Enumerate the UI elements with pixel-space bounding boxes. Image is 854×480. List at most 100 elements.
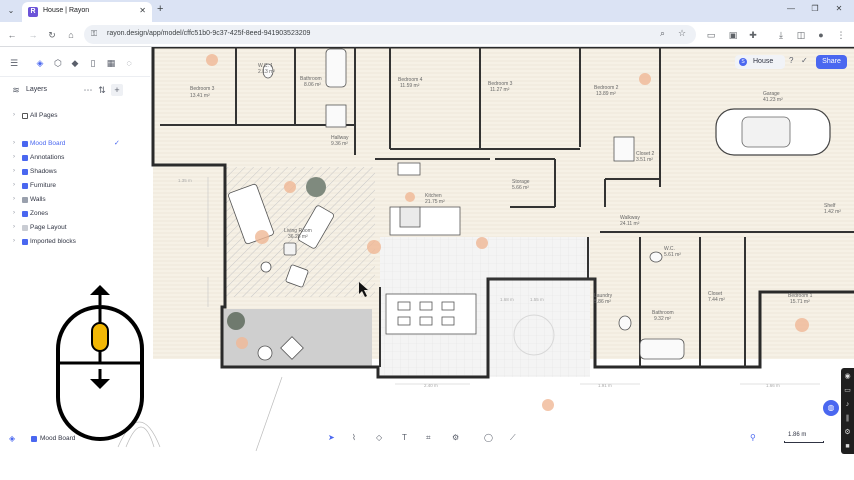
room-area: 11.27 m² <box>490 87 510 93</box>
status-check-icon[interactable]: ✓ <box>801 56 808 65</box>
layer-row-shadows[interactable]: › Shadows <box>0 166 130 179</box>
browser-tab-bar: ⌄ R House | Rayon ✕ + — ❐ ✕ <box>0 0 854 22</box>
extensions-puzzle-icon[interactable]: ✚ <box>746 28 760 42</box>
address-bar[interactable]: ⚿ rayon.design/app/model/cffc51b0-9c37-4… <box>84 25 696 44</box>
close-window-icon[interactable]: ✕ <box>832 4 846 13</box>
component-tool-icon[interactable]: ⚙ <box>452 433 459 442</box>
layers-title: Layers <box>26 86 48 93</box>
room-area: 13.41 m² <box>190 93 210 99</box>
text-tool-icon[interactable]: T <box>402 433 407 442</box>
more-options-icon[interactable]: ⋯ <box>82 84 94 96</box>
cube-icon[interactable]: ⬡ <box>52 57 64 69</box>
profile-icon[interactable]: ● <box>814 28 828 42</box>
menu-icon[interactable]: ☰ <box>8 57 20 69</box>
pause-icon[interactable]: ∥ <box>843 414 852 423</box>
tab-search-dropdown-icon[interactable]: ⌄ <box>4 4 18 18</box>
side-panel-icon[interactable]: ◫ <box>794 28 808 42</box>
materials-icon[interactable]: ◆ <box>69 57 81 69</box>
screen: ⌄ R House | Rayon ✕ + — ❐ ✕ ← → ↻ ⌂ ⚿ ra… <box>0 0 854 480</box>
url-text[interactable]: rayon.design/app/model/cffc51b0-9c37-425… <box>107 30 310 37</box>
back-icon[interactable]: ← <box>5 28 19 42</box>
room-area: 5.61 m² <box>664 252 681 258</box>
scroll-mouse-overlay <box>56 285 144 441</box>
settings-icon[interactable]: ⚙ <box>843 428 852 437</box>
share-button[interactable]: Share <box>816 55 847 69</box>
camera-icon[interactable]: ◉ <box>843 372 852 381</box>
drawing-toolbar: ➤ ⌇ ◇ T ⌗ ⚙ ◯ ⟋ <box>318 430 538 448</box>
chevron-right-icon[interactable]: › <box>13 224 15 230</box>
chevron-right-icon[interactable]: › <box>13 154 15 160</box>
layer-row-all-pages[interactable]: › All Pages <box>0 110 130 123</box>
help-icon[interactable]: ? <box>789 56 793 65</box>
extension-badge-icon[interactable]: ▣ <box>726 28 740 42</box>
browser-tab[interactable]: R House | Rayon ✕ <box>22 2 152 22</box>
layer-row-walls[interactable]: › Walls <box>0 194 130 207</box>
add-layer-icon[interactable]: + <box>111 84 123 96</box>
active-layer-selector[interactable]: ◈ Mood Board <box>0 430 130 448</box>
layer-row-mood-board[interactable]: › Mood Board ✓ <box>0 138 130 151</box>
measure-tool-icon[interactable]: ⟋ <box>510 433 516 443</box>
layers-icon[interactable]: ◈ <box>34 57 46 69</box>
layer-color-swatch <box>22 225 28 231</box>
reload-icon[interactable]: ↻ <box>45 28 59 42</box>
snap-icon[interactable]: ⚲ <box>750 433 756 442</box>
fill-tool-icon[interactable]: ◇ <box>376 433 382 442</box>
browser-menu-icon[interactable]: ⋮ <box>834 28 848 42</box>
download-icon[interactable]: ⤓ <box>774 28 788 42</box>
layer-color-swatch <box>22 169 28 175</box>
chevron-right-icon[interactable]: › <box>13 140 15 146</box>
layer-label: Furniture <box>30 182 57 189</box>
room-area: 1.42 m² <box>824 209 841 215</box>
site-info-icon[interactable]: ⚿ <box>91 29 101 39</box>
chevron-right-icon[interactable]: › <box>13 196 15 202</box>
new-tab-plus-icon[interactable]: + <box>157 3 163 15</box>
dim-label: 1.55 m <box>530 297 544 302</box>
project-switcher[interactable]: S House <box>735 55 785 69</box>
search-icon[interactable]: ⌕ <box>660 28 665 39</box>
layer-label: Page Layout <box>30 224 67 231</box>
page-icon <box>22 113 28 119</box>
scale-bar <box>784 441 824 443</box>
scale-label: 1.86 m <box>788 432 807 438</box>
chevron-right-icon[interactable]: › <box>13 112 15 118</box>
comment-tool-icon[interactable]: ◯ <box>484 433 493 442</box>
chevron-right-icon[interactable]: › <box>13 238 15 244</box>
tab-close-icon[interactable]: ✕ <box>139 6 146 15</box>
layer-label: Annotations <box>30 154 65 161</box>
frame-tool-icon[interactable]: ⌗ <box>426 433 431 443</box>
screen-icon[interactable]: ▭ <box>843 386 852 395</box>
chat-bubble-icon[interactable]: ◍ <box>823 400 839 416</box>
comments-icon[interactable]: ◌ <box>123 57 135 69</box>
layer-color-swatch <box>22 141 28 147</box>
minimize-icon[interactable]: — <box>784 4 798 13</box>
stop-icon[interactable]: ■ <box>843 442 852 451</box>
cast-icon[interactable]: ▭ <box>704 28 718 42</box>
layers-header: ≋ Layers ⋯ ⇅ + <box>0 82 130 98</box>
table-icon[interactable]: ▦ <box>105 57 117 69</box>
layer-row-imported-blocks[interactable]: › Imported blocks <box>0 236 130 249</box>
pen-tool-icon[interactable]: ⌇ <box>352 433 356 442</box>
home-icon[interactable]: ⌂ <box>64 28 78 42</box>
layer-row-zones[interactable]: › Zones <box>0 208 130 221</box>
bookmark-star-icon[interactable]: ☆ <box>678 28 686 39</box>
select-tool-icon[interactable]: ➤ <box>328 433 335 442</box>
forward-icon[interactable]: → <box>26 28 40 42</box>
layer-row-page-layout[interactable]: › Page Layout <box>0 222 130 235</box>
dim-label: 1.91 m <box>598 383 612 388</box>
dim-label: 1.68 m <box>500 297 514 302</box>
chevron-right-icon[interactable]: › <box>13 182 15 188</box>
layer-row-furniture[interactable]: › Furniture <box>0 180 130 193</box>
restore-window-icon[interactable]: ❐ <box>808 4 822 13</box>
browser-toolbar: ← → ↻ ⌂ ⚿ rayon.design/app/model/cffc51b… <box>0 22 854 47</box>
room-area: 36.28 m² <box>288 234 308 240</box>
sort-icon[interactable]: ⇅ <box>96 84 108 96</box>
page-icon[interactable]: ▯ <box>87 57 99 69</box>
room-area: 21.75 m² <box>425 199 445 205</box>
room-area: 24.11 m² <box>620 221 640 227</box>
chevron-right-icon[interactable]: › <box>13 210 15 216</box>
chevron-right-icon[interactable]: › <box>13 168 15 174</box>
dim-label: 1.35 m <box>178 178 192 183</box>
layers-icon: ◈ <box>9 434 16 443</box>
layer-row-annotations[interactable]: › Annotations <box>0 152 130 165</box>
microphone-icon[interactable]: ♪ <box>843 400 852 409</box>
